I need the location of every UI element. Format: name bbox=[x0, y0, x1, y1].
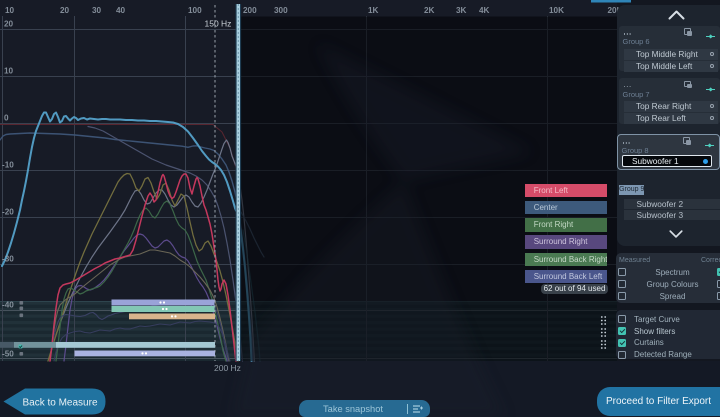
svg-text:10: 10 bbox=[5, 6, 15, 15]
svg-text:10K: 10K bbox=[549, 6, 564, 15]
svg-text:4K: 4K bbox=[479, 6, 490, 15]
svg-text:-50: -50 bbox=[2, 350, 14, 359]
svg-text:30: 30 bbox=[92, 6, 102, 15]
svg-text:3K: 3K bbox=[456, 6, 467, 15]
svg-text:200 Hz: 200 Hz bbox=[214, 363, 241, 373]
svg-text:40: 40 bbox=[116, 6, 126, 15]
svg-text:-30: -30 bbox=[2, 255, 14, 264]
svg-text:1K: 1K bbox=[368, 6, 379, 15]
svg-text:20: 20 bbox=[60, 6, 70, 15]
svg-text:Back to Measure: Back to Measure bbox=[22, 398, 97, 409]
svg-text:-40: -40 bbox=[2, 301, 14, 310]
svg-text:0: 0 bbox=[4, 114, 9, 123]
svg-text:-10: -10 bbox=[2, 161, 14, 170]
svg-text:150 Hz: 150 Hz bbox=[205, 19, 232, 29]
svg-text:10: 10 bbox=[4, 67, 14, 76]
svg-text:100: 100 bbox=[188, 6, 202, 15]
svg-text:300: 300 bbox=[274, 6, 288, 15]
svg-text:2K: 2K bbox=[424, 6, 435, 15]
svg-text:-20: -20 bbox=[2, 208, 14, 217]
svg-text:20: 20 bbox=[4, 20, 14, 29]
svg-text:200: 200 bbox=[243, 6, 257, 15]
